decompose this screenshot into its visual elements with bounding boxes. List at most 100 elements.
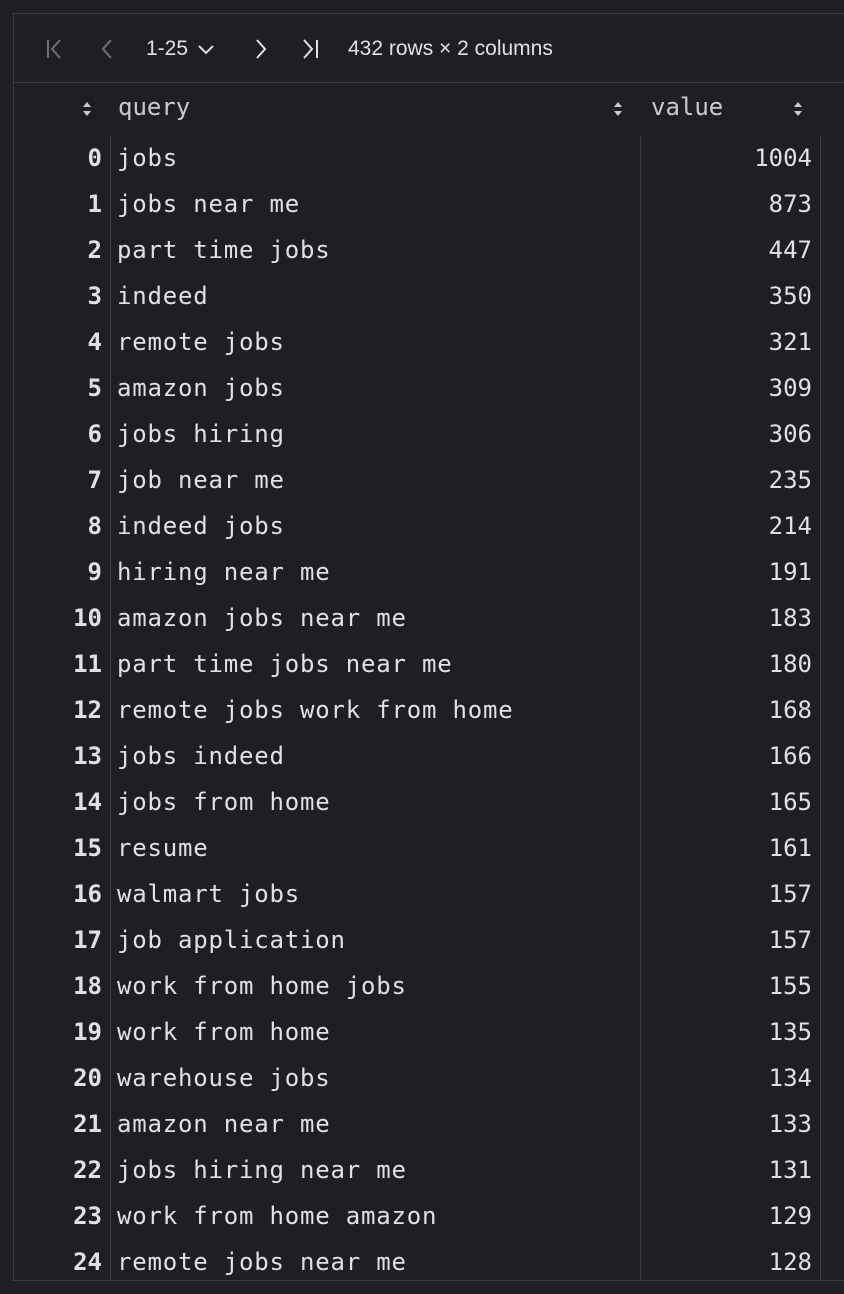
value-cell[interactable]: 166 [642, 733, 812, 779]
last-page-icon[interactable] [298, 36, 320, 62]
row-index: 14 [73, 788, 102, 816]
page-range-label: 1-25 [146, 37, 189, 60]
value-cell[interactable]: 161 [642, 825, 812, 871]
value-cell[interactable]: 157 [642, 871, 812, 917]
value-cell[interactable]: 235 [642, 457, 812, 503]
query-cell[interactable]: work from home [117, 1009, 331, 1055]
first-page-icon[interactable] [44, 36, 66, 62]
query-cell[interactable]: remote jobs work from home [117, 687, 513, 733]
query-cell[interactable]: job near me [117, 457, 285, 503]
table-row[interactable]: 9 hiring near me 191 [14, 549, 844, 595]
table-row[interactable]: 0 jobs 1004 [14, 135, 844, 181]
chevron-down-icon [198, 45, 214, 55]
query-cell[interactable]: indeed [117, 273, 209, 319]
row-index: 6 [87, 420, 102, 448]
value-sort-icon[interactable] [793, 101, 803, 117]
value-cell[interactable]: 134 [642, 1055, 812, 1101]
query-cell[interactable]: work from home amazon [117, 1193, 437, 1239]
value-cell[interactable]: 180 [642, 641, 812, 687]
table-row[interactable]: 15 resume 161 [14, 825, 844, 871]
query-cell[interactable]: indeed jobs [117, 503, 285, 549]
table-row[interactable]: 23 work from home amazon 129 [14, 1193, 844, 1239]
query-cell[interactable]: part time jobs [117, 227, 331, 273]
value-cell[interactable]: 155 [642, 963, 812, 1009]
table-row[interactable]: 12 remote jobs work from home 168 [14, 687, 844, 733]
query-cell[interactable]: part time jobs near me [117, 641, 452, 687]
value-cell[interactable]: 131 [642, 1147, 812, 1193]
query-cell[interactable]: job application [117, 917, 346, 963]
table-row[interactable]: 17 job application 157 [14, 917, 844, 963]
table-row[interactable]: 11 part time jobs near me 180 [14, 641, 844, 687]
row-index: 0 [87, 144, 102, 172]
value-cell[interactable]: 191 [642, 549, 812, 595]
row-index: 1 [87, 190, 102, 218]
value-cell[interactable]: 129 [642, 1193, 812, 1239]
value-cell[interactable]: 321 [642, 319, 812, 365]
query-cell[interactable]: walmart jobs [117, 871, 300, 917]
column-header-value[interactable]: value [651, 93, 723, 121]
value-cell[interactable]: 165 [642, 779, 812, 825]
index-sort-icon[interactable] [82, 101, 92, 117]
value-cell[interactable]: 133 [642, 1101, 812, 1147]
column-header-query[interactable]: query [118, 93, 190, 121]
table-row[interactable]: 16 walmart jobs 157 [14, 871, 844, 917]
row-index: 2 [87, 236, 102, 264]
table-row[interactable]: 2 part time jobs 447 [14, 227, 844, 273]
query-cell[interactable]: jobs hiring near me [117, 1147, 407, 1193]
query-cell[interactable]: remote jobs near me [117, 1239, 407, 1285]
table-row[interactable]: 7 job near me 235 [14, 457, 844, 503]
table-row[interactable]: 13 jobs indeed 166 [14, 733, 844, 779]
value-cell[interactable]: 350 [642, 273, 812, 319]
query-cell[interactable]: jobs [117, 135, 178, 181]
row-index: 9 [87, 558, 102, 586]
row-index: 23 [73, 1202, 102, 1230]
row-index: 11 [73, 650, 102, 678]
value-cell[interactable]: 135 [642, 1009, 812, 1055]
query-cell[interactable]: jobs indeed [117, 733, 285, 779]
row-index: 12 [73, 696, 102, 724]
table-row[interactable]: 5 amazon jobs 309 [14, 365, 844, 411]
value-cell[interactable]: 1004 [642, 135, 812, 181]
row-index: 24 [73, 1248, 102, 1276]
query-cell[interactable]: jobs from home [117, 779, 331, 825]
query-cell[interactable]: remote jobs [117, 319, 285, 365]
row-index: 3 [87, 282, 102, 310]
page-range-selector[interactable]: 1-25 [146, 37, 214, 61]
query-cell[interactable]: amazon near me [117, 1101, 331, 1147]
next-page-icon[interactable] [250, 36, 272, 62]
value-cell[interactable]: 168 [642, 687, 812, 733]
query-cell[interactable]: hiring near me [117, 549, 331, 595]
value-cell[interactable]: 306 [642, 411, 812, 457]
query-cell[interactable]: work from home jobs [117, 963, 407, 1009]
table-row[interactable]: 18 work from home jobs 155 [14, 963, 844, 1009]
prev-page-icon[interactable] [96, 36, 118, 62]
query-cell[interactable]: warehouse jobs [117, 1055, 331, 1101]
table-row[interactable]: 24 remote jobs near me 128 [14, 1239, 844, 1285]
table-row[interactable]: 22 jobs hiring near me 131 [14, 1147, 844, 1193]
value-cell[interactable]: 183 [642, 595, 812, 641]
table-row[interactable]: 3 indeed 350 [14, 273, 844, 319]
row-index: 7 [87, 466, 102, 494]
query-cell[interactable]: jobs hiring [117, 411, 285, 457]
table-row[interactable]: 10 amazon jobs near me 183 [14, 595, 844, 641]
table-row[interactable]: 19 work from home 135 [14, 1009, 844, 1055]
table-row[interactable]: 14 jobs from home 165 [14, 779, 844, 825]
table-row[interactable]: 21 amazon near me 133 [14, 1101, 844, 1147]
table-row[interactable]: 1 jobs near me 873 [14, 181, 844, 227]
value-cell[interactable]: 128 [642, 1239, 812, 1285]
query-sort-icon[interactable] [613, 101, 623, 117]
query-cell[interactable]: amazon jobs near me [117, 595, 407, 641]
value-cell[interactable]: 447 [642, 227, 812, 273]
table-row[interactable]: 20 warehouse jobs 134 [14, 1055, 844, 1101]
table-row[interactable]: 8 indeed jobs 214 [14, 503, 844, 549]
value-cell[interactable]: 309 [642, 365, 812, 411]
query-cell[interactable]: amazon jobs [117, 365, 285, 411]
row-index: 17 [73, 926, 102, 954]
query-cell[interactable]: jobs near me [117, 181, 300, 227]
value-cell[interactable]: 214 [642, 503, 812, 549]
value-cell[interactable]: 873 [642, 181, 812, 227]
table-row[interactable]: 4 remote jobs 321 [14, 319, 844, 365]
table-row[interactable]: 6 jobs hiring 306 [14, 411, 844, 457]
query-cell[interactable]: resume [117, 825, 209, 871]
value-cell[interactable]: 157 [642, 917, 812, 963]
